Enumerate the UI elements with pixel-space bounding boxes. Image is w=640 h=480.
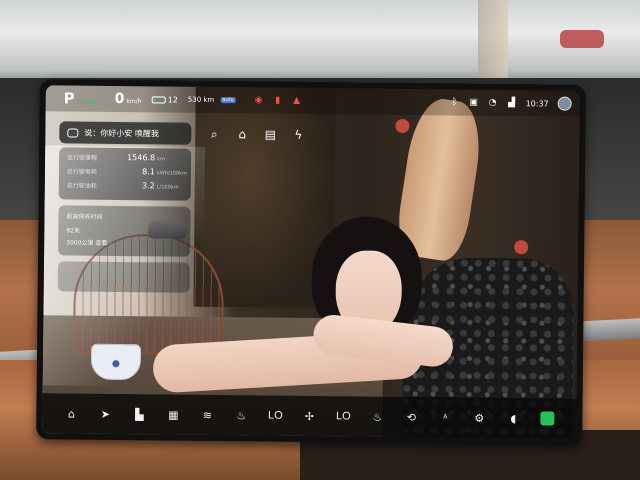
fan-icon[interactable]: ✢	[298, 405, 320, 427]
wallpaper-teacup	[90, 343, 142, 381]
wallpaper-flower	[395, 118, 410, 134]
apps-grid-icon[interactable]: ▦	[162, 403, 184, 425]
stat-unit: kWh/100km	[156, 170, 187, 177]
green-app-tile	[540, 411, 555, 426]
wallpaper-flower	[514, 240, 529, 255]
gear-indicator: P	[63, 89, 75, 108]
lock-icon[interactable]: ▣	[469, 98, 479, 108]
app-icon[interactable]	[536, 407, 558, 429]
settings-icon[interactable]: ⚙	[468, 407, 490, 429]
work-nav-icon[interactable]: ▤	[261, 125, 279, 143]
navigation-icon[interactable]: ➤	[94, 403, 116, 425]
camera-record-icon[interactable]: ◉	[254, 95, 264, 105]
stat-value: 3.2	[142, 181, 155, 191]
temp-left[interactable]: LO	[264, 405, 286, 427]
stat-row: 总行驶油耗 3.2 L/100km	[67, 180, 183, 195]
charging-station-icon[interactable]: ϟ	[289, 126, 307, 144]
home-icon[interactable]: ⌂	[60, 402, 82, 424]
search-icon[interactable]: ⌕	[205, 125, 223, 143]
auto-badge: auto	[220, 97, 236, 104]
speed-readout: 0	[114, 90, 125, 108]
status-spacer	[311, 96, 441, 107]
range-readout: 530 km	[187, 95, 215, 104]
voice-assistant-icon	[67, 127, 79, 138]
speed-unit: km/h	[126, 98, 142, 106]
clock: 10:37	[525, 98, 549, 108]
stat-label: 总行驶油耗	[66, 182, 97, 190]
stat-value: 8.1	[142, 167, 155, 177]
infotainment-display: P READY 0 km/h 12 530 km auto ◉ ▮ ▲ ᛒ ▣ …	[36, 79, 586, 445]
warning-icon[interactable]: ▲	[292, 96, 302, 106]
voice-assistant-bar[interactable]: 说：你好小安 唤醒我	[59, 121, 192, 145]
bottom-dock: ⌂ ➤ ▙ ▦ ≋ ♨ LO ✢ LO ♨ ⟲ A ⚙ ◖	[42, 393, 577, 439]
seat-heat-right-icon[interactable]: ♨	[366, 406, 388, 428]
battery-fill	[153, 97, 156, 101]
quick-actions: ⌕ ⌂ ▤ ϟ	[205, 125, 307, 144]
signal-icon: ▟	[508, 98, 516, 109]
battery-percent: 12	[167, 94, 178, 105]
status-icons: ◉ ▮ ▲ ᛒ ▣ ◔ ▟ 10:37	[254, 93, 572, 111]
home-nav-icon[interactable]: ⌂	[233, 125, 251, 143]
temp-right[interactable]: LO	[332, 405, 354, 427]
outside-red-car	[560, 30, 604, 48]
avatar[interactable]	[557, 96, 572, 111]
stat-unit: km	[157, 156, 165, 163]
wifi-icon[interactable]: ◔	[488, 98, 498, 108]
battery-status: 12	[151, 94, 178, 105]
stat-value: 1546.8	[127, 153, 156, 163]
stat-label: 总行驶电耗	[66, 168, 97, 176]
defrost-icon[interactable]: ≋	[196, 404, 218, 426]
car-thumbnail	[148, 220, 187, 239]
battery-icon	[151, 95, 166, 103]
stat-unit: L/100km	[156, 184, 179, 191]
stat-label: 总行驶里程	[67, 154, 98, 162]
voice-prompt: 说：你好小安 唤醒我	[84, 128, 159, 138]
maintenance-card[interactable]: 距离保养时间 92天 3000公里 查看	[58, 205, 191, 257]
maintenance-detail: 3000公里 查看	[66, 239, 108, 247]
seat-heat-icon[interactable]: ♨	[230, 404, 252, 426]
display-screen: P READY 0 km/h 12 530 km auto ◉ ▮ ▲ ᛒ ▣ …	[42, 85, 580, 439]
recirculation-icon[interactable]: ⟲	[400, 406, 422, 428]
car-icon[interactable]: ▙	[128, 403, 150, 425]
mic-icon[interactable]: ▮	[273, 96, 283, 106]
stat-row: 总行驶电耗 8.1 kWh/100km	[66, 166, 187, 181]
media-card[interactable]	[57, 261, 190, 293]
volume-icon[interactable]: ◖	[502, 407, 524, 429]
windshield-pillar	[478, 0, 508, 80]
stat-row: 总行驶里程 1546.8 km	[67, 152, 183, 167]
ai-assistant-button[interactable]: A	[434, 406, 456, 428]
trip-stats-card[interactable]: 总行驶里程 1546.8 km 总行驶电耗 8.1 kWh/100km 总行驶油…	[58, 147, 192, 201]
bluetooth-icon[interactable]: ᛒ	[450, 97, 460, 107]
ready-indicator: READY	[76, 98, 97, 106]
